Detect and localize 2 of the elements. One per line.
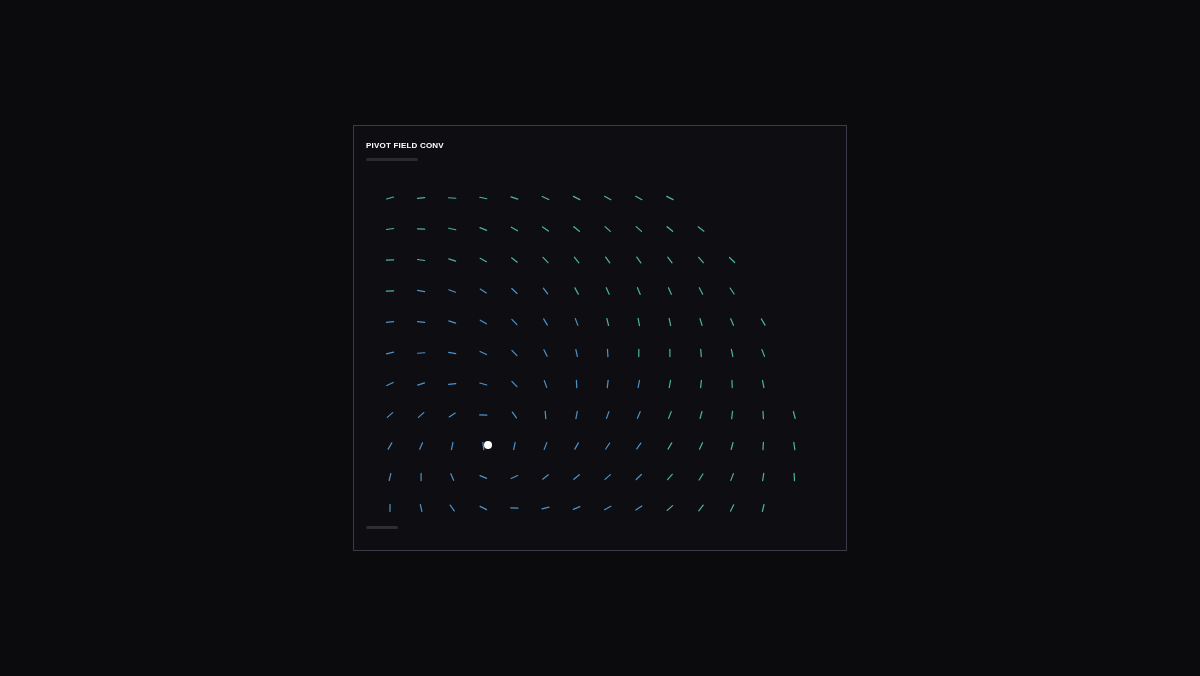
blurred-footer (366, 526, 398, 529)
card-title: PIVOT FIELD CONV (366, 140, 445, 152)
